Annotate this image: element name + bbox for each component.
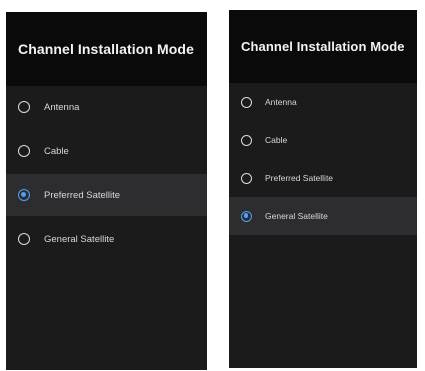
option-preferred-satellite[interactable]: Preferred Satellite [229, 159, 417, 197]
option-label: General Satellite [265, 211, 328, 221]
option-general-satellite[interactable]: General Satellite [6, 218, 207, 260]
radio-selected-icon[interactable] [18, 189, 30, 201]
radio-empty-icon[interactable] [241, 172, 252, 184]
radio-empty-icon[interactable] [241, 96, 252, 108]
option-cable[interactable]: Cable [229, 121, 417, 159]
radio-empty-icon[interactable] [18, 145, 30, 157]
option-label: Antenna [44, 101, 80, 113]
screen-general-satellite: Channel Installation Mode Antenna Cable … [229, 10, 417, 368]
option-antenna[interactable]: Antenna [229, 83, 417, 121]
option-label: Preferred Satellite [265, 173, 334, 183]
option-label: General Satellite [44, 233, 115, 245]
radio-selected-icon[interactable] [241, 210, 252, 222]
screen-header: Channel Installation Mode [6, 12, 207, 86]
option-label: Cable [265, 135, 288, 145]
page-title: Channel Installation Mode [241, 39, 405, 54]
page: Channel Installation Mode Antenna Cable … [0, 0, 425, 371]
option-list: Antenna Cable Preferred Satellite Genera… [229, 83, 417, 235]
option-label: Cable [44, 145, 69, 157]
option-general-satellite[interactable]: General Satellite [229, 197, 417, 235]
page-title: Channel Installation Mode [18, 41, 194, 57]
option-antenna[interactable]: Antenna [6, 86, 207, 128]
screen-header: Channel Installation Mode [229, 10, 417, 83]
option-cable[interactable]: Cable [6, 130, 207, 172]
screen-preferred-satellite: Channel Installation Mode Antenna Cable … [6, 12, 207, 370]
radio-empty-icon[interactable] [18, 101, 30, 113]
option-label: Antenna [265, 97, 297, 107]
option-preferred-satellite[interactable]: Preferred Satellite [6, 174, 207, 216]
option-list: Antenna Cable Preferred Satellite Genera… [6, 86, 207, 260]
option-label: Preferred Satellite [44, 189, 121, 201]
radio-empty-icon[interactable] [241, 134, 252, 146]
radio-empty-icon[interactable] [18, 233, 30, 245]
